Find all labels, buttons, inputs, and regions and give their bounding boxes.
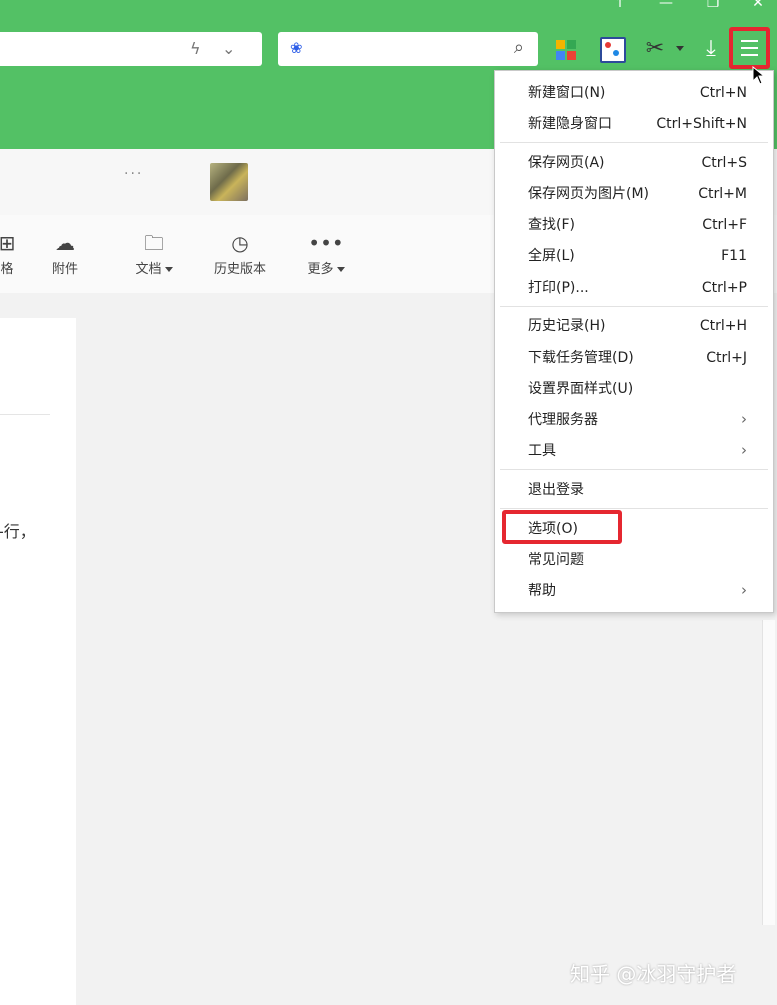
menu-item-proxy-server[interactable]: 代理服务器 ›: [528, 409, 747, 431]
menu-item-help[interactable]: 帮助 ›: [528, 580, 747, 602]
download-icon[interactable]: ⤓: [696, 34, 726, 64]
search-input[interactable]: ❀ ⌕: [278, 32, 538, 66]
menu-item-history[interactable]: 历史记录(H) Ctrl+H: [528, 315, 747, 337]
chevron-down-icon[interactable]: ⌄: [222, 39, 235, 58]
document-page[interactable]: -行，: [0, 318, 76, 1005]
window-restore-button[interactable]: ❐: [703, 0, 723, 12]
menu-item-save-page-as-image[interactable]: 保存网页为图片(M) Ctrl+M: [528, 183, 747, 205]
caret-down-icon: [164, 267, 173, 272]
clock-icon: ◷: [231, 231, 249, 255]
baidu-paw-icon: ❀: [290, 39, 303, 57]
chevron-right-icon: ›: [741, 441, 747, 459]
history-version-label: 历史版本: [213, 262, 266, 277]
document-text: -行，: [0, 522, 36, 541]
main-menu-button[interactable]: [729, 27, 770, 69]
watermark: 知乎 @冰羽守护者: [570, 962, 737, 986]
search-icon[interactable]: ⌕: [514, 37, 524, 58]
apps-icon[interactable]: [552, 34, 582, 64]
window-minimize-button[interactable]: —: [656, 0, 676, 12]
scissors-icon[interactable]: ✂: [640, 34, 670, 64]
cloud-icon: ☁: [55, 231, 75, 255]
menu-item-new-window[interactable]: 新建窗口(N) Ctrl+N: [528, 82, 747, 104]
chevron-right-icon: ›: [741, 581, 747, 599]
menu-separator: [500, 306, 768, 307]
extension-cube-icon[interactable]: [597, 34, 627, 64]
more-button[interactable]: ••• 更多: [300, 230, 352, 277]
menu-item-interface-style[interactable]: 设置界面样式(U): [528, 378, 747, 400]
more-icon[interactable]: ···: [124, 166, 143, 182]
chevron-right-icon: ›: [741, 410, 747, 428]
attachment-button[interactable]: ☁ 附件: [45, 230, 85, 277]
folder-add-icon: 🗀: [144, 231, 164, 255]
mouse-cursor-icon: [752, 66, 766, 85]
window-pin-button[interactable]: ↑: [610, 0, 630, 12]
divider: [0, 414, 50, 415]
menu-item-fullscreen[interactable]: 全屏(L) F11: [528, 245, 747, 267]
scrollbar[interactable]: [762, 620, 775, 925]
menu-separator: [500, 469, 768, 470]
table-icon: ⊞: [0, 231, 16, 255]
caret-down-icon: [336, 267, 345, 272]
document-button[interactable]: 🗀 文档: [126, 230, 182, 277]
menu-separator: [500, 142, 768, 143]
more-icon: •••: [308, 231, 344, 255]
menu-item-find[interactable]: 查找(F) Ctrl+F: [528, 214, 747, 236]
menu-item-tools[interactable]: 工具 ›: [528, 440, 747, 462]
menu-item-download-manager[interactable]: 下载任务管理(D) Ctrl+J: [528, 347, 747, 369]
menu-item-new-incognito-window[interactable]: 新建隐身窗口 Ctrl+Shift+N: [528, 113, 747, 135]
lightning-icon[interactable]: ϟ: [190, 39, 201, 58]
menu-item-save-page[interactable]: 保存网页(A) Ctrl+S: [528, 152, 747, 174]
attachment-label: 附件: [51, 262, 78, 277]
address-bar[interactable]: ϟ ⌄: [0, 32, 262, 66]
menu-item-logout[interactable]: 退出登录: [528, 479, 747, 501]
more-label: 更多: [307, 262, 334, 277]
screenshot-dropdown-icon[interactable]: [676, 46, 684, 51]
menu-separator: [500, 508, 768, 509]
history-version-button[interactable]: ◷ 历史版本: [210, 230, 270, 277]
document-label: 文档: [135, 262, 162, 277]
options-highlight-box: [502, 510, 622, 544]
table-label: 格: [0, 262, 14, 277]
table-button[interactable]: ⊞ 格: [0, 230, 18, 277]
avatar[interactable]: [210, 163, 248, 201]
window-close-button[interactable]: ✕: [748, 0, 768, 12]
menu-item-print[interactable]: 打印(P)... Ctrl+P: [528, 277, 747, 299]
menu-item-faq[interactable]: 常见问题: [528, 549, 747, 571]
